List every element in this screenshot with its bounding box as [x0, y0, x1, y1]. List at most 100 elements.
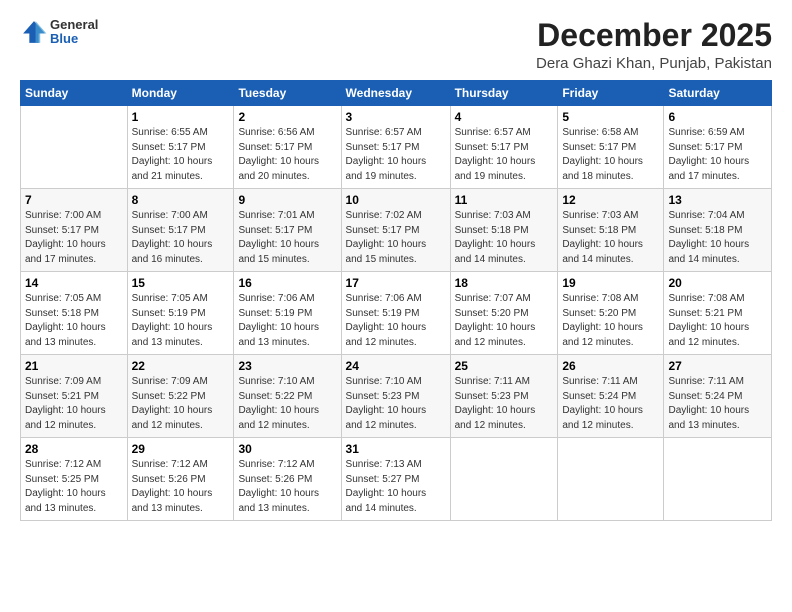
table-row	[664, 438, 772, 521]
day-info: Sunrise: 7:06 AMSunset: 5:19 PMDaylight:…	[346, 293, 427, 348]
day-number: 21	[25, 359, 123, 373]
table-row: 21 Sunrise: 7:09 AMSunset: 5:21 PMDayligh…	[21, 355, 128, 438]
day-info: Sunrise: 7:00 AMSunset: 5:17 PMDaylight:…	[25, 210, 106, 265]
col-monday: Monday	[127, 81, 234, 106]
table-row: 11 Sunrise: 7:03 AMSunset: 5:18 PMDayligh…	[450, 189, 558, 272]
col-sunday: Sunday	[21, 81, 128, 106]
day-info: Sunrise: 6:59 AMSunset: 5:17 PMDaylight:…	[668, 127, 749, 182]
table-row: 16Sunrise: 7:06 AMSunset: 5:19 PMDayligh…	[234, 272, 341, 355]
day-info: Sunrise: 7:02 AMSunset: 5:17 PMDaylight:…	[346, 210, 427, 265]
subtitle: Dera Ghazi Khan, Punjab, Pakistan	[536, 55, 772, 72]
day-info: Sunrise: 7:11 AMSunset: 5:24 PMDaylight:…	[562, 376, 643, 431]
table-row: 28 Sunrise: 7:12 AMSunset: 5:25 PMDayligh…	[21, 438, 128, 521]
day-number: 28	[25, 442, 123, 456]
day-number: 31	[346, 442, 446, 456]
day-info: Sunrise: 7:05 AMSunset: 5:18 PMDaylight:…	[25, 293, 106, 348]
table-row: 22Sunrise: 7:09 AMSunset: 5:22 PMDayligh…	[127, 355, 234, 438]
table-row: 1 Sunrise: 6:55 AMSunset: 5:17 PMDaylight…	[127, 106, 234, 189]
day-number: 30	[238, 442, 336, 456]
day-info: Sunrise: 7:03 AMSunset: 5:18 PMDaylight:…	[455, 210, 536, 265]
day-number: 15	[132, 276, 230, 290]
col-wednesday: Wednesday	[341, 81, 450, 106]
day-number: 27	[668, 359, 767, 373]
day-number: 2	[238, 110, 336, 124]
day-number: 24	[346, 359, 446, 373]
day-number: 26	[562, 359, 659, 373]
table-row: 25Sunrise: 7:11 AMSunset: 5:23 PMDayligh…	[450, 355, 558, 438]
table-row: 30Sunrise: 7:12 AMSunset: 5:26 PMDayligh…	[234, 438, 341, 521]
table-row: 20 Sunrise: 7:08 AMSunset: 5:21 PMDayligh…	[664, 272, 772, 355]
calendar-week-4: 21 Sunrise: 7:09 AMSunset: 5:21 PMDayligh…	[21, 355, 772, 438]
table-row: 27 Sunrise: 7:11 AMSunset: 5:24 PMDayligh…	[664, 355, 772, 438]
day-info: Sunrise: 7:03 AMSunset: 5:18 PMDaylight:…	[562, 210, 643, 265]
day-number: 29	[132, 442, 230, 456]
day-info: Sunrise: 6:55 AMSunset: 5:17 PMDaylight:…	[132, 127, 213, 182]
table-row: 7 Sunrise: 7:00 AMSunset: 5:17 PMDaylight…	[21, 189, 128, 272]
logo-general: General	[50, 18, 98, 32]
table-row: 13 Sunrise: 7:04 AMSunset: 5:18 PMDayligh…	[664, 189, 772, 272]
day-info: Sunrise: 7:05 AMSunset: 5:19 PMDaylight:…	[132, 293, 213, 348]
table-row: 5Sunrise: 6:58 AMSunset: 5:17 PMDaylight…	[558, 106, 664, 189]
day-info: Sunrise: 6:56 AMSunset: 5:17 PMDaylight:…	[238, 127, 319, 182]
day-info: Sunrise: 7:01 AMSunset: 5:17 PMDaylight:…	[238, 210, 319, 265]
col-thursday: Thursday	[450, 81, 558, 106]
day-number: 7	[25, 193, 123, 207]
day-info: Sunrise: 6:57 AMSunset: 5:17 PMDaylight:…	[346, 127, 427, 182]
table-row	[450, 438, 558, 521]
calendar-week-2: 7 Sunrise: 7:00 AMSunset: 5:17 PMDaylight…	[21, 189, 772, 272]
day-info: Sunrise: 7:12 AMSunset: 5:26 PMDaylight:…	[132, 459, 213, 514]
logo-blue: Blue	[50, 32, 98, 46]
day-info: Sunrise: 7:11 AMSunset: 5:24 PMDaylight:…	[668, 376, 749, 431]
main-title: December 2025	[536, 18, 772, 53]
table-row: 18Sunrise: 7:07 AMSunset: 5:20 PMDayligh…	[450, 272, 558, 355]
table-row: 12 Sunrise: 7:03 AMSunset: 5:18 PMDayligh…	[558, 189, 664, 272]
logo-icon	[20, 18, 48, 46]
table-row	[21, 106, 128, 189]
day-number: 3	[346, 110, 446, 124]
table-row: 14 Sunrise: 7:05 AMSunset: 5:18 PMDayligh…	[21, 272, 128, 355]
table-row: 2 Sunrise: 6:56 AMSunset: 5:17 PMDaylight…	[234, 106, 341, 189]
day-info: Sunrise: 7:13 AMSunset: 5:27 PMDaylight:…	[346, 459, 427, 514]
day-number: 20	[668, 276, 767, 290]
table-row: 23 Sunrise: 7:10 AMSunset: 5:22 PMDayligh…	[234, 355, 341, 438]
day-info: Sunrise: 7:09 AMSunset: 5:21 PMDaylight:…	[25, 376, 106, 431]
logo-text: General Blue	[50, 18, 98, 47]
day-number: 22	[132, 359, 230, 373]
col-tuesday: Tuesday	[234, 81, 341, 106]
logo: General Blue	[20, 18, 98, 47]
calendar-week-1: 1 Sunrise: 6:55 AMSunset: 5:17 PMDaylight…	[21, 106, 772, 189]
calendar-week-5: 28 Sunrise: 7:12 AMSunset: 5:25 PMDayligh…	[21, 438, 772, 521]
day-number: 9	[238, 193, 336, 207]
calendar-week-3: 14 Sunrise: 7:05 AMSunset: 5:18 PMDayligh…	[21, 272, 772, 355]
day-info: Sunrise: 7:04 AMSunset: 5:18 PMDaylight:…	[668, 210, 749, 265]
day-number: 12	[562, 193, 659, 207]
header-row: Sunday Monday Tuesday Wednesday Thursday…	[21, 81, 772, 106]
calendar-table: Sunday Monday Tuesday Wednesday Thursday…	[20, 80, 772, 521]
day-info: Sunrise: 7:06 AMSunset: 5:19 PMDaylight:…	[238, 293, 319, 348]
day-number: 13	[668, 193, 767, 207]
day-info: Sunrise: 7:08 AMSunset: 5:21 PMDaylight:…	[668, 293, 749, 348]
day-number: 11	[455, 193, 554, 207]
day-number: 1	[132, 110, 230, 124]
table-row: 10 Sunrise: 7:02 AMSunset: 5:17 PMDayligh…	[341, 189, 450, 272]
day-info: Sunrise: 7:10 AMSunset: 5:22 PMDaylight:…	[238, 376, 319, 431]
table-row: 4Sunrise: 6:57 AMSunset: 5:17 PMDaylight…	[450, 106, 558, 189]
day-info: Sunrise: 7:00 AMSunset: 5:17 PMDaylight:…	[132, 210, 213, 265]
day-info: Sunrise: 7:12 AMSunset: 5:25 PMDaylight:…	[25, 459, 106, 514]
table-row: 31 Sunrise: 7:13 AMSunset: 5:27 PMDayligh…	[341, 438, 450, 521]
day-info: Sunrise: 7:07 AMSunset: 5:20 PMDaylight:…	[455, 293, 536, 348]
table-row: 8Sunrise: 7:00 AMSunset: 5:17 PMDaylight…	[127, 189, 234, 272]
table-row: 6Sunrise: 6:59 AMSunset: 5:17 PMDaylight…	[664, 106, 772, 189]
day-number: 25	[455, 359, 554, 373]
day-number: 10	[346, 193, 446, 207]
day-info: Sunrise: 7:08 AMSunset: 5:20 PMDaylight:…	[562, 293, 643, 348]
day-number: 5	[562, 110, 659, 124]
day-number: 23	[238, 359, 336, 373]
day-number: 14	[25, 276, 123, 290]
header: General Blue December 2025 Dera Ghazi Kh…	[20, 18, 772, 72]
day-number: 17	[346, 276, 446, 290]
table-row: 24Sunrise: 7:10 AMSunset: 5:23 PMDayligh…	[341, 355, 450, 438]
page: General Blue December 2025 Dera Ghazi Kh…	[0, 0, 792, 612]
day-number: 19	[562, 276, 659, 290]
title-block: December 2025 Dera Ghazi Khan, Punjab, P…	[536, 18, 772, 72]
